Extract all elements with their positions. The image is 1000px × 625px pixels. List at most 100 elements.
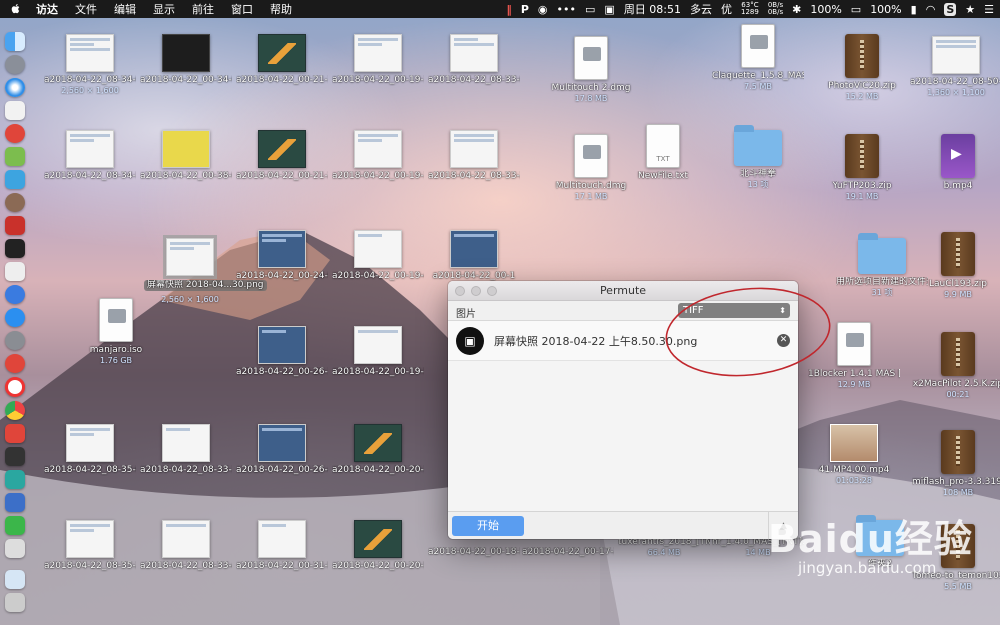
bluetooth-icon[interactable]: ✱ [792, 3, 801, 16]
menubar-stats[interactable]: 63°C 1289 [741, 2, 759, 16]
monitor-icon[interactable]: ▭ [585, 3, 595, 16]
launchpad-icon[interactable] [5, 55, 25, 75]
desktop-item[interactable]: LauCl193.zip 9.9 MB [912, 232, 1000, 299]
desktop-item[interactable]: 1Blocker 1.4.1 MAS [TNT].dmg12.9 MB [808, 322, 900, 389]
wifi-icon[interactable]: ◠ [926, 3, 936, 16]
menubar-net[interactable]: 0B/s 0B/s [768, 2, 783, 16]
desktop-item[interactable]: a2018-04-22_00-17-36.jpg [522, 544, 614, 558]
minimize-button[interactable] [471, 286, 481, 296]
format-select[interactable]: TIFF ⬍ [678, 303, 790, 318]
pause-icon[interactable]: ‖ [506, 3, 512, 16]
desktop-item[interactable]: YuFTP203.zip 19.1 MB [816, 134, 908, 201]
teal-app-icon[interactable] [5, 469, 25, 489]
preview-icon[interactable] [5, 570, 25, 590]
desktop-item[interactable]: a2018-04-22_00-21-27.jpg [236, 130, 328, 182]
usb-icon[interactable] [5, 538, 25, 558]
list-icon[interactable]: ☰ [984, 3, 994, 16]
orbit-icon[interactable] [5, 193, 25, 213]
pets-icon[interactable] [5, 262, 25, 282]
menu-go[interactable]: 前往 [192, 1, 214, 17]
menubar-datetime[interactable]: 周日 08:51 [624, 1, 681, 17]
yandex-icon[interactable] [5, 377, 25, 397]
desktop-item[interactable]: a2018-04-22_00-19-57.jpg [332, 326, 424, 378]
desktop-item[interactable]: a2018-04-22_08-35-21.jpg [44, 520, 136, 572]
dark-app-icon[interactable] [5, 446, 25, 466]
airplay-icon[interactable]: ▣ [604, 3, 614, 16]
desktop-item[interactable]: a2018-04-22_08-34-59.jpg [44, 130, 136, 182]
red-square-icon[interactable] [5, 216, 25, 236]
menu-edit[interactable]: 编辑 [114, 1, 136, 17]
star-icon[interactable]: ★ [965, 3, 975, 16]
weibo-icon[interactable] [5, 354, 25, 374]
mic-icon[interactable] [5, 285, 25, 305]
desktop-item[interactable]: a2018-04-22_00-1 [428, 230, 520, 282]
close-button[interactable] [455, 286, 465, 296]
desktop-item[interactable]: a2018-04-22_00-19-31.jpg [332, 130, 424, 182]
desktop-item[interactable]: a2018-04-22_00-18-56.jpg [428, 544, 520, 558]
desktop-item[interactable]: b.mp4 [912, 134, 1000, 192]
desktop-item[interactable]: a2018-04-22_08-33-35.jpg [140, 424, 232, 476]
desktop-item[interactable]: PhotoViC20.zip 15.2 MB [816, 34, 908, 101]
desktop-item[interactable]: miflash_pro-3.3.319.52.zip108 MB [912, 430, 1000, 497]
window-titlebar[interactable]: Permute [448, 281, 798, 301]
menu-help[interactable]: 帮助 [270, 1, 292, 17]
desktop-item[interactable]: a2018-04-22_08-33-22.jpg [428, 130, 520, 182]
settings-icon[interactable] [5, 331, 25, 351]
menu-window[interactable]: 窗口 [231, 1, 253, 17]
s-app-icon[interactable]: S [944, 2, 957, 16]
desktop-item[interactable]: TXT NewFile.txt [617, 124, 709, 182]
finder-icon[interactable] [5, 32, 25, 52]
wechat-icon[interactable]: ◉ [538, 3, 548, 16]
desktop-item[interactable]: a2018-04-22_08-33-46.jpg [140, 520, 232, 572]
desktop-item[interactable]: a2018-04-22_08-50-54.jpg1,360 × 1,100 [910, 36, 1000, 97]
chrome-ext-icon[interactable] [5, 101, 25, 121]
desktop-item-selected[interactable]: 屏幕快照 2018-04...30.png 2,560 × 1,600 [144, 235, 267, 304]
desktop-item[interactable]: a2018-04-22_00-26-47.jpg [236, 424, 328, 476]
android-icon[interactable] [5, 147, 25, 167]
desktop-item[interactable]: a2018-04-22_00-26-19.jpg [236, 326, 328, 378]
desktop-item[interactable]: Multitouch 2.dmg 17.8 MB [545, 36, 637, 103]
desktop-item[interactable]: manjaro.iso 1.76 GB [70, 298, 162, 365]
desktop-item[interactable]: 北斗神拳 13 项 [712, 124, 804, 189]
desktop-item[interactable]: a2018-04-22_08-33-02.jpg [428, 34, 520, 86]
desktop-item[interactable]: a2018-04-22_00-20-51.jpg [332, 520, 424, 572]
migrate-icon[interactable] [5, 170, 25, 190]
zoom-button[interactable] [487, 286, 497, 296]
appstore-icon[interactable] [5, 308, 25, 328]
desktop-item[interactable]: a2018-04-22_00-24-06.jpg [236, 230, 328, 282]
desktop-item[interactable]: a2018-04-22_00-20-31.jpg [332, 424, 424, 476]
desktop-item[interactable]: a2018-04-22_00-19-17.jpg [332, 34, 424, 86]
red-app-icon[interactable] [5, 124, 25, 144]
menu-app-finder[interactable]: 访达 [36, 1, 58, 17]
desktop-item[interactable]: a2018-04-22_00-38-00.jpg [140, 130, 232, 182]
menubar-weather[interactable]: 多云 [690, 1, 712, 17]
desktop-item[interactable]: Claquette_1.5.8_MAS_In-A_NT].dmg7.5 MB [712, 24, 804, 91]
safari-icon[interactable] [5, 78, 25, 98]
menu-view[interactable]: 显示 [153, 1, 175, 17]
battery-2[interactable]: 100% [870, 3, 901, 16]
image-thumbnail [258, 520, 306, 558]
screen-icon[interactable] [5, 492, 25, 512]
terminal-icon[interactable] [5, 239, 25, 259]
desktop-item[interactable]: 41.MP4.00.mp4 01:03:28 [808, 424, 900, 485]
desktop-item[interactable]: a2018-04-22_00-19-45.jpg [332, 230, 424, 282]
desktop-item[interactable]: a2018-04-22_08-35-08.jpg [44, 424, 136, 476]
desktop-item[interactable]: x2MacPilot 2.5.K.zip 00:21 [912, 332, 1000, 399]
file-row[interactable]: ▣ 屏幕快照 2018-04-22 上午8.50.30.png ✕ [448, 321, 798, 361]
desktop-item[interactable]: a2018-04-22_00-34-05.jpg [140, 34, 232, 86]
chrome-icon[interactable] [5, 400, 25, 420]
menu-file[interactable]: 文件 [75, 1, 97, 17]
vivaldi-icon[interactable] [5, 423, 25, 443]
remove-file-icon[interactable]: ✕ [777, 334, 790, 347]
battery-1[interactable]: 100% [810, 3, 841, 16]
apple-icon[interactable] [10, 3, 22, 15]
start-button[interactable]: 开始 [452, 516, 524, 536]
trash-icon[interactable] [5, 593, 25, 613]
ellipsis-icon[interactable]: ••• [557, 3, 576, 16]
desktop-item[interactable]: a2018-04-22_08-34-02.jpg2,560 × 1,600 [44, 34, 136, 95]
desktop-item[interactable]: a2018-04-22_00-31-53.jpg [236, 520, 328, 572]
parking-icon[interactable]: P [521, 3, 529, 16]
wechat-dock-icon[interactable] [5, 515, 25, 535]
menubar-ime[interactable]: 优 [721, 1, 732, 17]
desktop-item[interactable]: a2018-04-22_00-21-13.jpg [236, 34, 328, 86]
